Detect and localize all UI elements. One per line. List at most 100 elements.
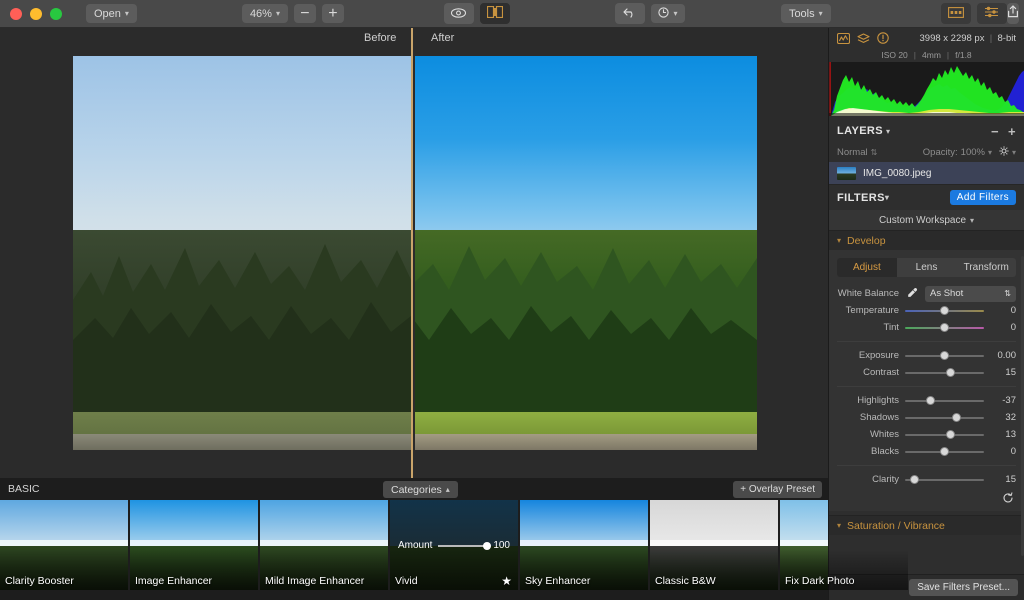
save-filters-preset-button[interactable]: Save Filters Preset... xyxy=(909,579,1018,596)
zoom-out-button[interactable]: − xyxy=(293,4,316,23)
temperature-knob[interactable] xyxy=(940,306,949,315)
exposure-value: 0.00 xyxy=(997,350,1017,361)
maximize-window-button[interactable] xyxy=(50,7,62,20)
slider-row-tint[interactable]: Tint 0 xyxy=(829,319,1024,336)
add-filters-button[interactable]: Add Filters xyxy=(949,190,1016,205)
open-button[interactable]: Open ▾ xyxy=(86,4,137,23)
presets-panel-button[interactable] xyxy=(940,3,971,24)
photo-comparison-view[interactable] xyxy=(73,56,757,450)
preset-tile[interactable]: Fix Dark Photo xyxy=(780,500,908,590)
preset-amount-slider[interactable]: Amount 100 xyxy=(398,540,510,551)
share-export-icon xyxy=(1007,4,1019,23)
slider-row-exposure[interactable]: Exposure 0.00 xyxy=(829,347,1024,364)
tools-button[interactable]: Tools ▾ xyxy=(780,4,831,23)
preset-tile[interactable]: Mild Image Enhancer xyxy=(260,500,388,590)
eyedropper-icon[interactable] xyxy=(905,287,919,301)
top-toolbar: Open ▾ 46% ▾ − + ▾ Tools ▾ xyxy=(0,0,1024,28)
info-circle-icon[interactable] xyxy=(877,32,889,44)
zoom-level-select[interactable]: 46% ▾ xyxy=(241,4,288,23)
filters-section-header[interactable]: FILTERS ▾ Add Filters xyxy=(829,184,1024,210)
categories-button-label: Categories xyxy=(391,483,442,496)
eye-preview-button[interactable] xyxy=(443,3,474,24)
whites-label: Whites xyxy=(869,429,899,440)
canvas-area[interactable]: Before After xyxy=(0,28,828,478)
preset-tile-list: Clarity Booster Image Enhancer Mild Imag… xyxy=(0,500,908,600)
slider-row-contrast[interactable]: Contrast 15 xyxy=(829,364,1024,381)
layer-list-item[interactable]: IMG_0080.jpeg xyxy=(829,162,1024,184)
preset-name: Vivid xyxy=(395,575,418,587)
amount-knob[interactable] xyxy=(483,541,492,550)
blacks-track[interactable] xyxy=(905,447,984,456)
history-button[interactable]: ▾ xyxy=(650,4,685,23)
slider-row-clarity[interactable]: Clarity 15 xyxy=(829,471,1024,488)
slider-row-blacks[interactable]: Blacks 0 xyxy=(829,443,1024,460)
add-layer-button[interactable]: + xyxy=(1008,124,1016,139)
contrast-knob[interactable] xyxy=(946,368,956,377)
section-divider xyxy=(837,386,1016,387)
slider-row-shadows[interactable]: Shadows 32 xyxy=(829,409,1024,426)
tab-adjust[interactable]: Adjust xyxy=(837,258,897,277)
preset-tile-selected[interactable]: Amount 100 Vivid ★ xyxy=(390,500,518,590)
whites-track[interactable] xyxy=(905,430,984,439)
preset-tile[interactable]: Clarity Booster xyxy=(0,500,128,590)
disclosure-triangle-icon: ▾ xyxy=(837,236,842,245)
temperature-track[interactable] xyxy=(905,306,984,315)
highlights-track[interactable] xyxy=(905,396,984,405)
exif-separator: | xyxy=(946,50,950,60)
layers-stack-icon[interactable] xyxy=(857,32,870,44)
exposure-knob[interactable] xyxy=(940,351,949,360)
white-balance-select[interactable]: As Shot ⇅ xyxy=(925,285,1016,302)
amount-track[interactable] xyxy=(438,541,492,550)
minimize-window-button[interactable] xyxy=(30,7,42,20)
preset-tile[interactable]: Sky Enhancer xyxy=(520,500,648,590)
contrast-value: 15 xyxy=(1005,367,1016,378)
slider-row-highlights[interactable]: Highlights -37 xyxy=(829,392,1024,409)
favorite-star-icon[interactable]: ★ xyxy=(501,574,512,588)
layers-title: LAYERS xyxy=(837,125,884,137)
app-window: Open ▾ 46% ▾ − + ▾ Tools ▾ Before After … xyxy=(0,0,1024,600)
reset-circular-arrow-icon[interactable] xyxy=(1002,492,1014,507)
clarity-value: 15 xyxy=(1005,474,1016,485)
workspace-select[interactable]: Custom Workspace ▾ xyxy=(829,210,1024,230)
rgb-histogram[interactable] xyxy=(829,62,1024,116)
preset-tile[interactable]: Image Enhancer xyxy=(130,500,258,590)
zoom-in-button[interactable]: + xyxy=(321,4,344,23)
overlay-preset-button[interactable]: + Overlay Preset xyxy=(733,481,822,498)
layer-blend-row: Normal ⇅ Opacity: 100% ▾ ▾ xyxy=(829,142,1024,162)
highlights-knob[interactable] xyxy=(925,396,935,405)
exif-separator: | xyxy=(913,50,917,60)
clarity-knob[interactable] xyxy=(909,475,919,484)
histogram-icon[interactable] xyxy=(837,32,850,44)
clarity-track[interactable] xyxy=(905,475,984,484)
adjust-panel-button[interactable] xyxy=(976,3,1007,24)
highlights-value: -37 xyxy=(1002,395,1016,406)
categories-button[interactable]: Categories ▴ xyxy=(383,481,458,498)
undo-button[interactable] xyxy=(614,3,645,24)
close-window-button[interactable] xyxy=(10,7,22,20)
tint-knob[interactable] xyxy=(940,323,949,332)
opacity-value[interactable]: 100% xyxy=(961,147,985,158)
tab-transform[interactable]: Transform xyxy=(956,258,1016,277)
blend-mode-select[interactable]: Normal xyxy=(837,147,868,158)
exposure-track[interactable] xyxy=(905,351,984,360)
filmstrip-header: BASIC Categories ▴ + Overlay Preset xyxy=(0,478,828,500)
tab-lens[interactable]: Lens xyxy=(897,258,957,277)
layers-section-header[interactable]: LAYERS ▾ − + xyxy=(829,120,1024,142)
history-clock-icon xyxy=(658,6,670,21)
shadows-track[interactable] xyxy=(905,413,984,422)
gear-icon[interactable] xyxy=(999,145,1009,159)
whites-knob[interactable] xyxy=(945,430,955,439)
slider-row-temperature[interactable]: Temperature 0 xyxy=(829,302,1024,319)
preset-tile[interactable]: Classic B&W xyxy=(650,500,778,590)
remove-layer-button[interactable]: − xyxy=(991,124,999,139)
window-controls[interactable] xyxy=(10,7,62,20)
develop-section-header[interactable]: ▾ Develop xyxy=(829,230,1024,250)
share-button[interactable] xyxy=(1006,3,1019,24)
split-view-toggle-button[interactable] xyxy=(479,3,510,24)
before-after-split-handle[interactable] xyxy=(411,28,413,478)
contrast-track[interactable] xyxy=(905,368,984,377)
tint-track[interactable] xyxy=(905,323,984,332)
shadows-knob[interactable] xyxy=(951,413,961,422)
blacks-knob[interactable] xyxy=(940,447,949,456)
slider-row-whites[interactable]: Whites 13 xyxy=(829,426,1024,443)
